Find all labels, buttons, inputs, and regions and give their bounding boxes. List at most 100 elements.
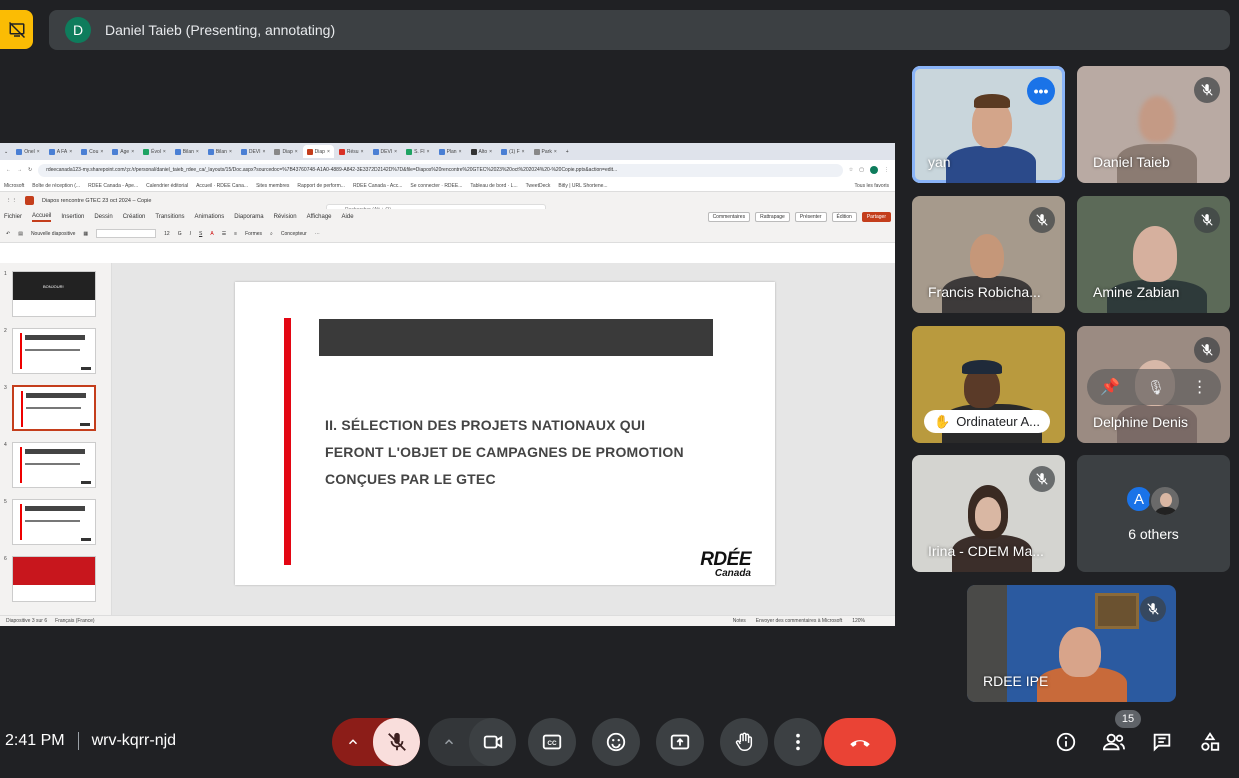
font-size-select[interactable]: 12 <box>164 231 170 237</box>
close-icon[interactable]: × <box>263 149 266 155</box>
browser-tab[interactable]: Park × <box>530 145 561 158</box>
font-color-icon[interactable]: A <box>210 231 213 237</box>
close-icon[interactable]: × <box>394 149 397 155</box>
browser-tab-active[interactable]: Diap × <box>302 145 334 158</box>
new-tab-icon[interactable]: + <box>566 149 569 155</box>
more-options-button[interactable] <box>774 718 822 766</box>
notes-button[interactable]: Notes <box>733 618 746 624</box>
catchup-button[interactable]: Rattrapage <box>755 212 790 222</box>
more-options-icon[interactable]: ⋮ <box>1192 377 1208 397</box>
clipboard-icon[interactable]: ▤ <box>18 231 23 237</box>
close-icon[interactable]: × <box>427 149 430 155</box>
meeting-details-button[interactable] <box>1054 730 1078 754</box>
share-button[interactable]: Partager <box>861 212 891 222</box>
browser-tab[interactable]: Onel × <box>12 145 43 158</box>
app-launcher-icon[interactable]: ⋮⋮ <box>6 198 17 204</box>
close-icon[interactable]: × <box>100 149 103 155</box>
participant-tile[interactable]: Amine Zabian <box>1077 196 1230 313</box>
bookmark[interactable]: TweetDeck <box>526 183 551 189</box>
browser-tab[interactable]: DEVI × <box>237 145 270 158</box>
close-icon[interactable]: × <box>196 149 199 155</box>
participant-tile[interactable]: ••• yan <box>912 66 1065 183</box>
presentation-indicator-icon[interactable] <box>0 10 33 49</box>
ribbon-tab[interactable]: Insertion <box>61 214 84 220</box>
browser-tab[interactable]: Plan × <box>435 145 466 158</box>
close-icon[interactable]: × <box>229 149 232 155</box>
browser-tab[interactable]: S. FI × <box>402 145 433 158</box>
ribbon-tab[interactable]: Diaporama <box>234 214 263 220</box>
video-options-button[interactable] <box>428 718 469 766</box>
language[interactable]: Français (France) <box>55 618 94 624</box>
font-family-select[interactable] <box>96 229 157 238</box>
forward-icon[interactable]: → <box>17 167 22 173</box>
star-icon[interactable]: ☆ <box>849 167 853 173</box>
present-now-button[interactable] <box>656 718 704 766</box>
close-icon[interactable]: × <box>489 149 492 155</box>
close-icon[interactable]: × <box>522 149 525 155</box>
chat-button[interactable] <box>1150 730 1174 754</box>
ribbon-tab[interactable]: Fichier <box>4 214 22 220</box>
ribbon-tab[interactable]: Révision <box>274 214 297 220</box>
close-icon[interactable]: × <box>459 149 462 155</box>
comments-button[interactable]: Commentaires <box>707 212 751 222</box>
browser-tab[interactable]: Résu × <box>335 145 368 158</box>
bookmark-all-folder[interactable]: Tous les favoris <box>855 183 889 189</box>
browser-tab[interactable]: Bilan × <box>171 145 203 158</box>
participant-tile[interactable]: Daniel Taieb <box>1077 66 1230 183</box>
bookmark[interactable]: Tableau de bord · L... <box>470 183 517 189</box>
bullets-icon[interactable]: ☰ <box>222 231 226 237</box>
underline-icon[interactable]: S <box>199 231 202 237</box>
layout-icon[interactable]: ▦ <box>83 231 88 237</box>
bookmark[interactable]: Bitly | URL Shortene... <box>558 183 607 189</box>
find-icon[interactable]: ⌕ <box>270 231 273 237</box>
url-bar[interactable]: rdeecanada123-my.sharepoint.com/:p:/r/pe… <box>38 163 843 177</box>
captions-button[interactable]: CC <box>528 718 576 766</box>
participant-tile[interactable]: RDEE IPE <box>967 585 1176 702</box>
bookmark[interactable]: Microsoft <box>4 183 24 189</box>
align-icon[interactable]: ≡ <box>234 231 237 237</box>
ribbon-tab[interactable]: Création <box>123 214 146 220</box>
editing-mode-button[interactable]: Édition <box>831 212 857 222</box>
people-button[interactable] <box>1102 730 1126 754</box>
slide-thumbnail[interactable]: 4 <box>4 442 104 490</box>
reactions-button[interactable] <box>592 718 640 766</box>
bookmark[interactable]: Se connecter · RDEE... <box>410 183 462 189</box>
audio-options-button[interactable] <box>332 718 373 766</box>
close-icon[interactable]: × <box>69 149 72 155</box>
close-icon[interactable]: × <box>37 149 40 155</box>
activities-button[interactable] <box>1198 730 1222 754</box>
bookmark[interactable]: Rapport de perform... <box>297 183 345 189</box>
browser-tab[interactable]: A FA × <box>45 145 76 158</box>
document-title[interactable]: Diapos rencontre GTEC 23 oct 2024 – Copi… <box>42 198 151 204</box>
slide-thumbnail[interactable]: 2 <box>4 328 104 376</box>
bookmark[interactable]: Accueil · RDEE Cana... <box>196 183 248 189</box>
more-options-icon[interactable]: ••• <box>1027 77 1055 105</box>
new-slide-button[interactable]: Nouvelle diapositive <box>31 231 75 237</box>
others-tile[interactable]: A 6 others <box>1077 455 1230 572</box>
back-icon[interactable]: ← <box>6 167 11 173</box>
slide-thumbnail[interactable]: 6 <box>4 556 104 604</box>
extensions-icon[interactable]: ▢ <box>859 167 864 173</box>
slide-thumbnail[interactable]: 5 <box>4 499 104 547</box>
close-icon[interactable]: × <box>295 149 298 155</box>
bookmark[interactable]: RDEE Canada - Ape... <box>88 183 138 189</box>
browser-tab[interactable]: Age × <box>108 145 138 158</box>
browser-menu-icon[interactable]: ⋮ <box>884 167 889 173</box>
browser-tab[interactable]: (1) F × <box>497 145 528 158</box>
more-icon[interactable]: ⋯ <box>315 231 320 237</box>
leave-call-button[interactable] <box>824 718 896 766</box>
shapes-button[interactable]: Formes <box>245 231 262 237</box>
ribbon-tab[interactable]: Dessin <box>94 214 112 220</box>
participant-tile[interactable]: 📌 🎙 ⋮ Delphine Denis <box>1077 326 1230 443</box>
browser-tab[interactable]: Bilan × <box>204 145 236 158</box>
ribbon-tab[interactable]: Aide <box>342 214 354 220</box>
raise-hand-button[interactable] <box>720 718 768 766</box>
participant-tile[interactable]: ✋ Ordinateur A... <box>912 326 1065 443</box>
bookmark[interactable]: Calendrier éditorial <box>146 183 188 189</box>
slide-heading[interactable]: II. SÉLECTION DES PROJETS NATIONAUX QUI … <box>325 412 705 493</box>
pin-icon[interactable]: 📌 <box>1100 377 1120 397</box>
close-icon[interactable]: × <box>163 149 166 155</box>
mic-toggle-button[interactable] <box>373 718 420 766</box>
slide-thumbnail[interactable]: 1 BONJOUR! <box>4 271 104 319</box>
bookmark[interactable]: RDEE Canada - Acc... <box>353 183 402 189</box>
